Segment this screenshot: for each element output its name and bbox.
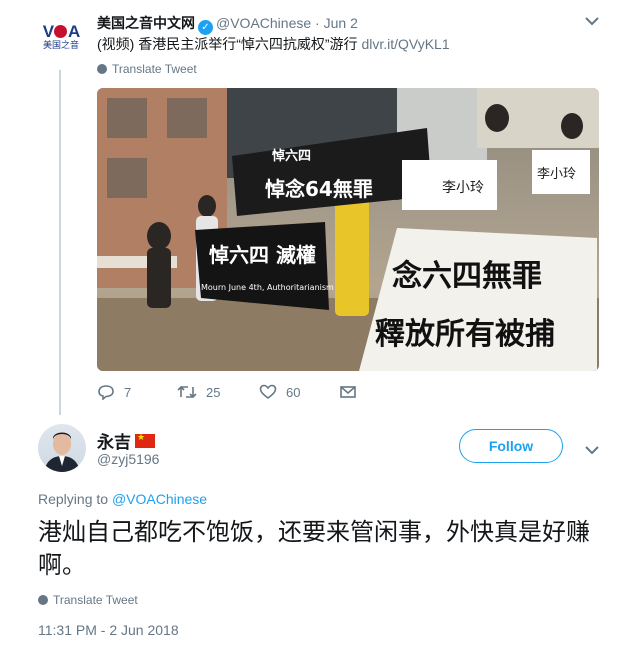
like-action[interactable]: 60 — [259, 384, 300, 400]
reply-timestamp[interactable]: 11:31 PM - 2 Jun 2018 — [38, 622, 179, 638]
reply-header: 永吉 — [97, 428, 155, 453]
reply-action[interactable]: 7 — [97, 384, 131, 400]
user-avatar[interactable] — [38, 424, 86, 472]
original-tweet-body: (视频) 香港民主派举行“悼六四抗威权”游行 — [97, 36, 362, 52]
original-tweet-header: 美国之音中文网 ✓ @VOAChinese · Jun 2 — [97, 13, 358, 35]
translate-label: Translate Tweet — [53, 593, 138, 607]
replying-to-link[interactable]: @VOAChinese — [112, 491, 207, 507]
globe-icon — [38, 595, 48, 605]
header-separator: · — [315, 15, 320, 31]
reply-display-name[interactable]: 永吉 — [97, 428, 131, 453]
retweet-action[interactable]: 25 — [177, 384, 220, 400]
tweet-link[interactable]: dlvr.it/QVyKL1 — [361, 36, 449, 52]
tweet-media-image[interactable]: 悼六四 悼念64無罪 悼六四 滅權 Mourn June 4th, Author… — [97, 88, 599, 371]
china-flag-icon — [135, 432, 155, 448]
like-count: 60 — [286, 384, 301, 400]
banner-white-line-2: 釋放所有被捕 — [375, 317, 555, 352]
banner-white-line-1: 念六四無罪 — [392, 259, 542, 294]
original-handle[interactable]: @VOAChinese — [216, 15, 311, 31]
translate-tweet-original[interactable]: Translate Tweet — [97, 62, 197, 76]
voa-logo: VA — [42, 21, 81, 41]
sign-1-text: 李小玲 — [442, 180, 484, 196]
original-date[interactable]: Jun 2 — [324, 15, 358, 31]
reply-icon — [98, 385, 114, 400]
follow-button[interactable]: Follow — [459, 429, 563, 463]
translate-label: Translate Tweet — [112, 62, 197, 76]
voa-logo-subtitle: 美国之音 — [42, 39, 79, 50]
translate-tweet-reply[interactable]: Translate Tweet — [38, 593, 138, 607]
chevron-down-icon[interactable] — [585, 13, 599, 29]
reply-count: 7 — [124, 384, 132, 400]
thread-line — [59, 70, 61, 415]
reply-tweet-text: 港灿自己都吃不饱饭，还要来管闲事，外快真是好赚啊。 — [38, 519, 590, 579]
globe-icon — [97, 64, 107, 74]
like-icon — [259, 384, 277, 400]
message-action[interactable] — [339, 384, 357, 400]
reply-handle[interactable]: @zyj5196 — [97, 451, 159, 467]
retweet-icon — [177, 385, 197, 399]
chevron-down-icon[interactable] — [585, 442, 599, 458]
tweet-actions: 7 25 60 — [97, 384, 397, 404]
voa-avatar[interactable]: VA 美国之音 — [40, 16, 82, 58]
verified-badge-icon: ✓ — [198, 20, 213, 35]
replying-prefix: Replying to — [38, 491, 112, 507]
banner-black-text: 悼六四 滅權 — [209, 243, 316, 267]
replying-to-line: Replying to @VOAChinese — [38, 491, 207, 507]
original-tweet-text: (视频) 香港民主派举行“悼六四抗威权”游行 dlvr.it/QVyKL1 — [97, 34, 450, 54]
banner-mid-text: 悼念64無罪 — [265, 177, 373, 201]
banner-top-text: 悼六四 — [272, 148, 311, 164]
original-display-name[interactable]: 美国之音中文网 — [97, 15, 195, 31]
banner-english-text: Mourn June 4th, Authoritarianism — [201, 283, 334, 292]
retweet-count: 25 — [206, 384, 221, 400]
message-icon — [340, 386, 356, 398]
sign-2-text: 李小玲 — [537, 167, 576, 182]
